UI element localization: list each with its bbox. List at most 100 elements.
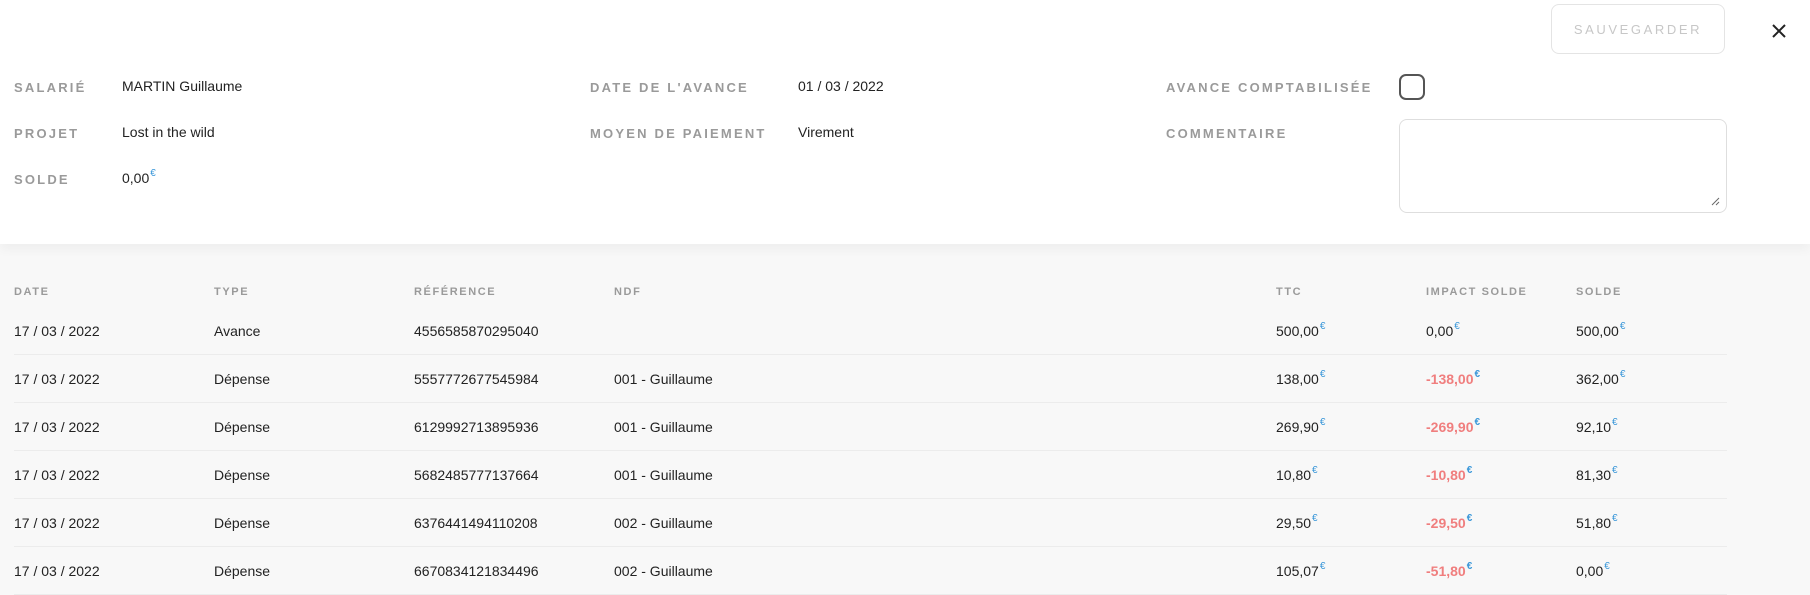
column-header-type: TYPE <box>214 286 250 298</box>
cell-ndf-text: 001 - Guillaume <box>614 467 713 483</box>
cell-date-text: 17 / 03 / 2022 <box>14 371 100 387</box>
cell-solde-text: 81,30 <box>1576 467 1612 483</box>
cell-solde-text: 51,80 <box>1576 515 1612 531</box>
cell-type-text: Dépense <box>214 467 271 483</box>
moyen-paiement-label: MOYEN DE PAIEMENT <box>590 126 767 141</box>
cell-ndf: 001 - Guillaume <box>614 419 713 435</box>
cell-date: 17 / 03 / 2022 <box>14 515 100 531</box>
cell-reference: 5682485777137664 <box>414 467 539 483</box>
solde-value: 0,00€ <box>122 168 156 186</box>
cell-solde-text: 0,00 <box>1576 563 1604 579</box>
cell-type-text: Dépense <box>214 419 271 435</box>
cell-ndf-text: 002 - Guillaume <box>614 515 713 531</box>
table-row[interactable]: 17 / 03 / 2022 Dépense 5557772677545984 001… <box>14 354 1727 403</box>
cell-date: 17 / 03 / 2022 <box>14 467 100 483</box>
date-avance-value[interactable]: 01 / 03 / 2022 <box>798 78 884 94</box>
table-row[interactable]: 17 / 03 / 2022 Dépense 6376441494110208 002… <box>14 498 1727 547</box>
cell-type-text: Dépense <box>214 371 271 387</box>
cell-ndf: 002 - Guillaume <box>614 515 713 531</box>
cell-ttc-text: 269,90 <box>1276 419 1319 435</box>
cell-impact-solde: -269,90€ <box>1426 417 1480 435</box>
euro-symbol: € <box>1319 417 1326 428</box>
cell-impact-solde: 0,00€ <box>1426 321 1460 339</box>
resize-grip-icon[interactable] <box>1711 197 1720 206</box>
cell-date: 17 / 03 / 2022 <box>14 563 100 579</box>
cell-ttc-text: 29,50 <box>1276 515 1312 531</box>
cell-date-text: 17 / 03 / 2022 <box>14 467 100 483</box>
cell-impact-solde: -138,00€ <box>1426 369 1481 387</box>
solde-amount: 0,00 <box>122 170 150 186</box>
cell-date-text: 17 / 03 / 2022 <box>14 563 100 579</box>
table-row[interactable]: 17 / 03 / 2022 Avance 4556585870295040 500,… <box>14 306 1727 355</box>
avance-comptabilisee-checkbox[interactable] <box>1399 74 1425 100</box>
close-icon <box>1772 24 1786 38</box>
commentaire-label: COMMENTAIRE <box>1166 126 1288 141</box>
cell-type-text: Avance <box>214 323 261 339</box>
column-header-solde: SOLDE <box>1576 286 1622 298</box>
cell-ttc: 269,90€ <box>1276 417 1326 435</box>
cell-reference-text: 5682485777137664 <box>414 467 539 483</box>
table-row[interactable]: 17 / 03 / 2022 Dépense 6129992713895936 001… <box>14 402 1727 451</box>
cell-ndf: 002 - Guillaume <box>614 563 713 579</box>
cell-reference: 6129992713895936 <box>414 419 539 435</box>
cell-impact-solde-text: -29,50 <box>1426 515 1466 531</box>
cell-ttc: 105,07€ <box>1276 561 1325 579</box>
euro-symbol: € <box>1319 369 1326 380</box>
column-header-impact-solde: IMPACT SOLDE <box>1426 286 1528 298</box>
column-header-ttc: TTC <box>1276 286 1303 298</box>
euro-symbol: € <box>1612 513 1618 524</box>
commentaire-textarea[interactable] <box>1399 119 1727 213</box>
cell-type: Dépense <box>214 371 270 387</box>
advance-details-panel: SAUVEGARDER SALARIÉ MARTIN Guillaume PRO… <box>0 0 1810 244</box>
table-row[interactable]: 17 / 03 / 2022 Dépense 5682485777137664 001… <box>14 450 1727 499</box>
column-header-date: DATE <box>14 286 50 298</box>
projet-label: PROJET <box>14 126 80 141</box>
euro-symbol: € <box>1312 513 1318 524</box>
cell-reference-text: 4556585870295040 <box>414 323 539 339</box>
cell-solde-text: 362,00 <box>1576 371 1619 387</box>
cell-ttc: 10,80€ <box>1276 465 1318 483</box>
euro-symbol: € <box>1619 369 1626 380</box>
cell-type-text: Dépense <box>214 563 271 579</box>
euro-symbol: € <box>1604 561 1610 572</box>
cell-solde: 0,00€ <box>1576 561 1610 579</box>
cell-solde: 92,10€ <box>1576 417 1618 435</box>
cell-date-text: 17 / 03 / 2022 <box>14 515 100 531</box>
cell-ndf-text: 002 - Guillaume <box>614 563 713 579</box>
cell-reference-text: 6670834121834496 <box>414 563 539 579</box>
moyen-paiement-value[interactable]: Virement <box>798 124 854 140</box>
euro-symbol: € <box>1312 465 1318 476</box>
euro-symbol: € <box>1319 321 1326 332</box>
solde-label: SOLDE <box>14 172 70 187</box>
cell-solde-text: 92,10 <box>1576 419 1612 435</box>
cell-date: 17 / 03 / 2022 <box>14 323 100 339</box>
cell-ndf-text: 001 - Guillaume <box>614 371 713 387</box>
cell-type: Avance <box>214 323 260 339</box>
save-button[interactable]: SAUVEGARDER <box>1551 4 1725 54</box>
cell-type: Dépense <box>214 563 270 579</box>
cell-type-text: Dépense <box>214 515 271 531</box>
cell-ttc-text: 10,80 <box>1276 467 1312 483</box>
cell-date-text: 17 / 03 / 2022 <box>14 323 100 339</box>
projet-value: Lost in the wild <box>122 124 215 140</box>
close-button[interactable] <box>1768 20 1790 42</box>
cell-type: Dépense <box>214 515 270 531</box>
table-row[interactable]: 17 / 03 / 2022 Dépense 6670834121834496 002… <box>14 546 1727 595</box>
cell-ttc: 29,50€ <box>1276 513 1318 531</box>
cell-reference-text: 6376441494110208 <box>414 515 538 531</box>
cell-ttc: 500,00€ <box>1276 321 1326 339</box>
cell-impact-solde-text: -269,90 <box>1426 419 1474 435</box>
salarie-label: SALARIÉ <box>14 80 87 95</box>
cell-date-text: 17 / 03 / 2022 <box>14 419 100 435</box>
euro-symbol: € <box>1619 321 1626 332</box>
cell-ttc-text: 105,07 <box>1276 563 1319 579</box>
cell-solde: 51,80€ <box>1576 513 1618 531</box>
cell-date: 17 / 03 / 2022 <box>14 419 100 435</box>
euro-symbol: € <box>1612 417 1618 428</box>
cell-impact-solde-text: -51,80 <box>1426 563 1466 579</box>
cell-reference: 5557772677545984 <box>414 371 539 387</box>
cell-impact-solde-text: -138,00 <box>1426 371 1474 387</box>
euro-symbol: € <box>1474 369 1481 380</box>
column-header-ndf: NDF <box>614 286 642 298</box>
cell-impact-solde-text: -10,80 <box>1426 467 1466 483</box>
